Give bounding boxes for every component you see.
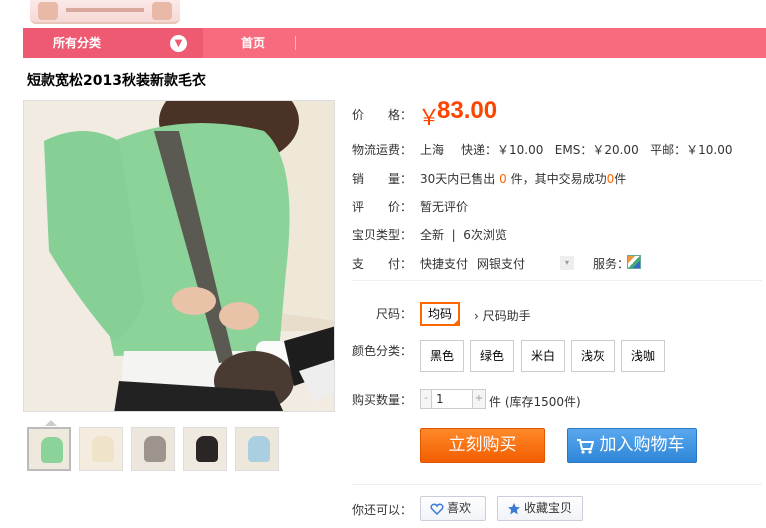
quantity-increase-button[interactable]: +: [472, 389, 486, 409]
sales-suffix: 件: [614, 172, 627, 186]
shipping-rates: 快递：￥10.00 EMS：￥20.00 平邮：￥10.00: [461, 143, 733, 157]
size-help-label: 尺码助手: [482, 309, 531, 323]
buy-now-button[interactable]: 立刻购买: [420, 428, 545, 463]
sales-count: 0: [499, 172, 507, 186]
payment-label: 支 付：: [352, 257, 413, 271]
size-option-label: 均码: [427, 307, 452, 321]
size-option-selected[interactable]: 均码: [420, 302, 460, 326]
stock-info: 件 (库存1500件): [489, 395, 581, 409]
heart-icon: [430, 503, 444, 516]
review-value: 暂无评价: [420, 200, 469, 214]
price-value: 83.00: [437, 97, 498, 124]
nav-divider: [295, 36, 296, 50]
like-label: 喜欢: [447, 501, 472, 515]
color-option-green[interactable]: 绿色: [470, 340, 514, 372]
product-photo-illustration: [24, 101, 334, 411]
thumbnail-blue[interactable]: [235, 427, 279, 471]
item-type-value: 全新 | 6次浏览: [420, 228, 507, 242]
selected-check-icon: [452, 318, 460, 326]
nav-home-link[interactable]: 首页: [241, 28, 265, 58]
color-option-lightbrown[interactable]: 浅咖: [621, 340, 665, 372]
payment-bank: 网银支付: [477, 257, 526, 271]
thumbnail-cream[interactable]: [79, 427, 123, 471]
more-actions-label: 你还可以：: [352, 503, 413, 517]
quantity-label: 购买数量：: [352, 393, 413, 407]
product-main-image[interactable]: [23, 100, 335, 412]
add-to-cart-button[interactable]: 加入购物车: [567, 428, 697, 463]
sales-prefix: 30天内已售出: [420, 172, 496, 186]
review-label: 评 价：: [352, 200, 413, 214]
thumbnail-gray[interactable]: [131, 427, 175, 471]
shipping-label: 物流运费：: [352, 143, 413, 157]
color-option-cream[interactable]: 米白: [521, 340, 565, 372]
size-label: 尺码：: [376, 307, 413, 321]
thumbnail-black[interactable]: [183, 427, 227, 471]
banner-decoration: [30, 0, 180, 24]
cart-icon: [577, 439, 594, 454]
actions-divider: [352, 484, 762, 485]
shipping-origin: 上海: [420, 143, 445, 157]
details-divider: [352, 280, 762, 281]
thumbnail-pointer: [45, 420, 57, 426]
sales-label: 销 量：: [352, 172, 413, 186]
service-guarantee-icon[interactable]: [627, 255, 641, 269]
payment-fast: 快捷支付: [420, 257, 469, 271]
quantity-input[interactable]: 1: [431, 389, 473, 409]
color-label: 颜色分类：: [352, 344, 413, 358]
all-categories-label: 所有分类: [53, 36, 102, 50]
top-banner: [0, 0, 766, 28]
chevron-down-icon: ▼: [170, 35, 187, 52]
nav-bar: 所有分类 ▼ 首页: [23, 28, 766, 58]
all-categories-button[interactable]: 所有分类 ▼: [23, 28, 203, 58]
add-to-cart-label: 加入购物车: [599, 435, 685, 455]
color-option-lightgray[interactable]: 浅灰: [571, 340, 615, 372]
thumbnail-green[interactable]: [27, 427, 71, 471]
color-option-black[interactable]: 黑色: [420, 340, 464, 372]
payment-dropdown-icon[interactable]: ▾: [560, 256, 574, 270]
item-type-label: 宝贝类型：: [352, 228, 413, 242]
star-icon: [508, 503, 520, 515]
product-title: 短款宽松2013秋装新款毛衣: [27, 73, 206, 89]
favorite-label: 收藏宝贝: [524, 501, 573, 515]
favorite-button[interactable]: 收藏宝贝: [497, 496, 583, 521]
sales-text: 30天内已售出 0 件，其中交易成功0件: [420, 170, 626, 187]
like-button[interactable]: 喜欢: [420, 496, 486, 521]
sales-mid: 件，其中交易成功: [510, 172, 607, 186]
price-label: 价 格：: [352, 108, 413, 122]
size-help-link[interactable]: › 尺码助手: [474, 307, 531, 324]
service-label: 服务：: [593, 257, 630, 271]
